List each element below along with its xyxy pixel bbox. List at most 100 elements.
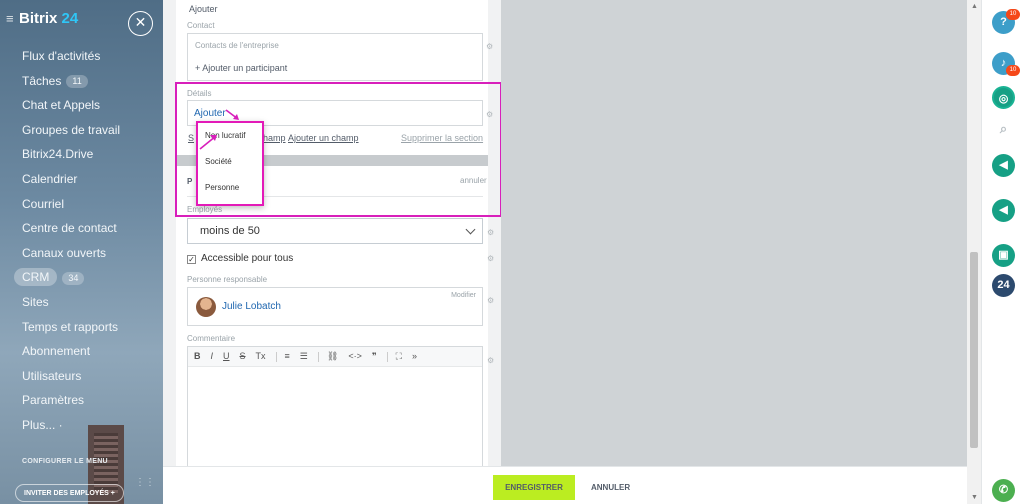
toolbar-button[interactable]: ≡ bbox=[285, 351, 290, 361]
close-icon[interactable]: ✕ bbox=[128, 11, 153, 36]
contact-box: Contacts de l'entreprise + Ajouter un pa… bbox=[187, 33, 483, 81]
toolbar-separator bbox=[317, 351, 319, 362]
accessible-checkbox-row[interactable]: ✓ Accessible pour tous bbox=[187, 253, 293, 264]
sidebar-item-label: Bitrix24.Drive bbox=[22, 147, 94, 162]
sidebar-item-label: CRM bbox=[14, 268, 58, 287]
sidebar-item[interactable]: Abonnement bbox=[0, 339, 163, 364]
gear-icon[interactable]: ⚙ bbox=[487, 297, 495, 305]
scrollbar-thumb[interactable] bbox=[970, 252, 978, 448]
toolbar-button[interactable]: S bbox=[240, 351, 246, 361]
toolbar-button[interactable]: I bbox=[211, 351, 214, 361]
gear-icon[interactable]: ⚙ bbox=[487, 229, 495, 237]
contact-label: Contact bbox=[187, 21, 215, 30]
add-participant-link[interactable]: + Ajouter un participant bbox=[195, 63, 287, 73]
chat-icon[interactable]: ◎ bbox=[992, 86, 1015, 109]
modify-link[interactable]: Modifier bbox=[451, 292, 476, 299]
sidebar-item[interactable]: Canaux ouverts bbox=[0, 241, 163, 266]
toolbar-button[interactable]: <·> bbox=[348, 351, 362, 361]
sidebar-item-label: Groupes de travail bbox=[22, 122, 121, 137]
editor-toolbar: B I U S Tx ≡ ☰ ⛓ <·> ❞ ⛶ » bbox=[188, 347, 482, 367]
gear-icon[interactable]: ⚙ bbox=[487, 357, 495, 365]
sidebar-item[interactable]: Centre de contact bbox=[0, 216, 163, 241]
toolbar-button[interactable]: ☰ bbox=[300, 351, 308, 362]
avatar bbox=[196, 297, 216, 317]
sidebar-item-label: Calendrier bbox=[22, 171, 78, 186]
dropdown-option[interactable]: Personne bbox=[198, 175, 262, 201]
sidebar-item-label: Utilisateurs bbox=[22, 368, 82, 383]
checkbox-checked[interactable]: ✓ bbox=[187, 255, 196, 264]
scrollbar[interactable]: ▲ ▼ bbox=[967, 0, 981, 504]
sidebar-item-label: Temps et rapports bbox=[22, 319, 119, 334]
toolbar-button[interactable]: ⛓ bbox=[327, 351, 338, 362]
bitrix24-icon[interactable]: 24 bbox=[992, 274, 1015, 297]
scroll-up-icon[interactable]: ▲ bbox=[971, 3, 978, 10]
configure-menu-link[interactable]: CONFIGURER LE MENU bbox=[22, 458, 108, 465]
comment-editor[interactable]: B I U S Tx ≡ ☰ ⛓ <·> ❞ ⛶ » bbox=[187, 346, 483, 470]
gear-icon[interactable]: ⚙ bbox=[487, 255, 495, 263]
sidebar-item[interactable]: Calendrier bbox=[0, 167, 163, 192]
form-panel: Ajouter Contact Contacts de l'entreprise… bbox=[163, 0, 501, 504]
sidebar-item[interactable]: CRM 34 bbox=[0, 265, 163, 290]
toolbar-button[interactable]: Tx bbox=[256, 351, 266, 361]
logo-number: 24 bbox=[61, 10, 79, 27]
logo-text: Bitrix bbox=[19, 10, 58, 27]
chevron-down-icon bbox=[465, 224, 476, 235]
sidebar-item[interactable]: Flux d'activités bbox=[0, 44, 163, 69]
cancel-button[interactable]: ANNULER bbox=[591, 475, 630, 500]
sidebar-item-count: 11 bbox=[66, 74, 88, 88]
accessible-label: Accessible pour tous bbox=[201, 253, 294, 264]
toolbar-button[interactable]: » bbox=[412, 351, 417, 361]
sidebar-item-label: Chat et Appels bbox=[22, 98, 101, 113]
plus-icon: + bbox=[110, 490, 115, 497]
sidebar-item[interactable]: Temps et rapports bbox=[0, 315, 163, 340]
bottom-action-bar: ENREGISTRER ANNULER bbox=[163, 466, 967, 504]
toolbar-button[interactable]: ⛶ bbox=[396, 351, 402, 362]
sidebar-item-label: Tâches bbox=[22, 73, 62, 88]
phone-icon[interactable]: ✆ bbox=[992, 479, 1015, 502]
sidebar-item-count: 34 bbox=[62, 271, 85, 285]
invite-employees-button[interactable]: INVITER DES EMPLOYÉS + bbox=[15, 484, 124, 502]
overlay-area bbox=[501, 0, 967, 504]
sidebar-item[interactable]: Tâches 11 bbox=[0, 69, 163, 94]
comment-label: Commentaire bbox=[187, 334, 236, 343]
sidebar-item-label: Paramètres bbox=[22, 393, 85, 408]
sidebar-item[interactable]: Chat et Appels bbox=[0, 93, 163, 118]
sidebar-item-label: Canaux ouverts bbox=[22, 245, 107, 260]
top-add-label: Ajouter bbox=[189, 4, 218, 14]
logo[interactable]: ≡ Bitrix 24 bbox=[6, 10, 78, 27]
invite-employees-label: INVITER DES EMPLOYÉS bbox=[24, 490, 109, 497]
sidebar-item[interactable]: Utilisateurs bbox=[0, 364, 163, 389]
megaphone-icon[interactable]: ◀ bbox=[992, 154, 1015, 177]
gear-icon[interactable]: ⚙ bbox=[486, 43, 494, 51]
toolbar-button[interactable]: B bbox=[194, 351, 201, 361]
sidebar-item-label: Courriel bbox=[22, 196, 65, 211]
megaphone-icon[interactable]: ◀ bbox=[992, 199, 1015, 222]
screen-search-icon[interactable]: ▣ bbox=[992, 244, 1015, 267]
search-icon[interactable]: ⌕ bbox=[992, 117, 1015, 140]
sidebar-item[interactable]: Bitrix24.Drive bbox=[0, 142, 163, 167]
sidebar-item-label: Centre de contact bbox=[22, 221, 117, 236]
sidebar-nav: Flux d'activités Tâches 11 Chat et Appels Gr… bbox=[0, 44, 163, 438]
menu-icon[interactable]: ≡ bbox=[6, 11, 16, 26]
responsible-box: Modifier Julie Lobatch bbox=[187, 287, 483, 326]
employees-select-value: moins de 50 bbox=[200, 225, 260, 237]
toolbar-button[interactable]: ❞ bbox=[372, 351, 377, 362]
left-sidebar: ≡ Bitrix 24 ✕ Flux d'activités Tâches 11 Cha… bbox=[0, 0, 163, 504]
sidebar-item[interactable]: Plus... · bbox=[0, 413, 163, 438]
scroll-down-icon[interactable]: ▼ bbox=[971, 494, 978, 501]
right-toolbar: ? 10 ♪ 10 ◎ ⌕ ◀ ◀ ▣ 24 ✆ bbox=[981, 0, 1024, 504]
drag-handle-icon[interactable]: ⋮⋮ bbox=[135, 477, 155, 491]
help-badge: 10 bbox=[1006, 9, 1020, 20]
sidebar-item-label: Plus... · bbox=[22, 417, 63, 432]
sidebar-item-label: Flux d'activités bbox=[22, 49, 101, 63]
employees-select[interactable]: moins de 50 bbox=[187, 218, 483, 244]
sidebar-item[interactable]: Sites bbox=[0, 290, 163, 315]
toolbar-separator bbox=[275, 351, 277, 362]
sidebar-item[interactable]: Courriel bbox=[0, 192, 163, 217]
company-contacts-label: Contacts de l'entreprise bbox=[195, 41, 279, 50]
responsible-name[interactable]: Julie Lobatch bbox=[222, 301, 281, 312]
toolbar-button[interactable]: U bbox=[223, 351, 230, 361]
sidebar-item[interactable]: Paramètres bbox=[0, 388, 163, 413]
sidebar-item[interactable]: Groupes de travail bbox=[0, 118, 163, 143]
save-button[interactable]: ENREGISTRER bbox=[493, 475, 575, 500]
